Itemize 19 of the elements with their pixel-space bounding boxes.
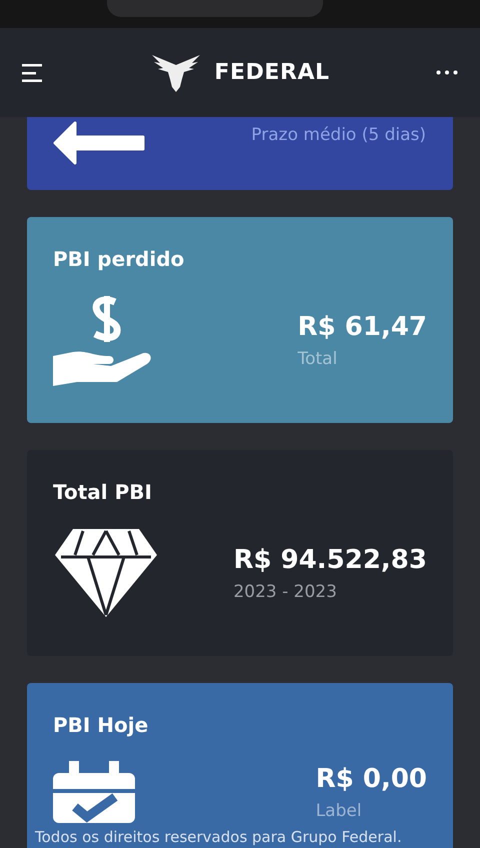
card-title: PBI Hoje (53, 712, 150, 739)
card-title: PBI perdido (53, 246, 186, 273)
hand-dollar-icon (53, 294, 153, 386)
card-title: Total PBI (53, 479, 153, 506)
footer-text: Todos os direitos reservados para Grupo Federal. (35, 830, 402, 845)
left-arrow-icon (53, 121, 147, 165)
more-icon[interactable] (436, 70, 458, 75)
card-value: R$ 94.522,83 (233, 544, 427, 577)
card-value: R$ 61,47 (298, 310, 427, 344)
menu-icon[interactable] (22, 64, 44, 82)
card-caption: Total (298, 348, 338, 371)
brand-name: FEDERAL (214, 59, 330, 87)
calendar-check-icon (53, 761, 137, 824)
eagle-logo-icon (150, 52, 202, 92)
card-caption: Label (316, 800, 363, 823)
card-caption: 2023 - 2023 (233, 580, 338, 604)
diamond-icon (53, 527, 159, 619)
card-caption: Prazo médio (5 dias) (251, 124, 426, 147)
card-value: R$ 0,00 (316, 763, 427, 796)
